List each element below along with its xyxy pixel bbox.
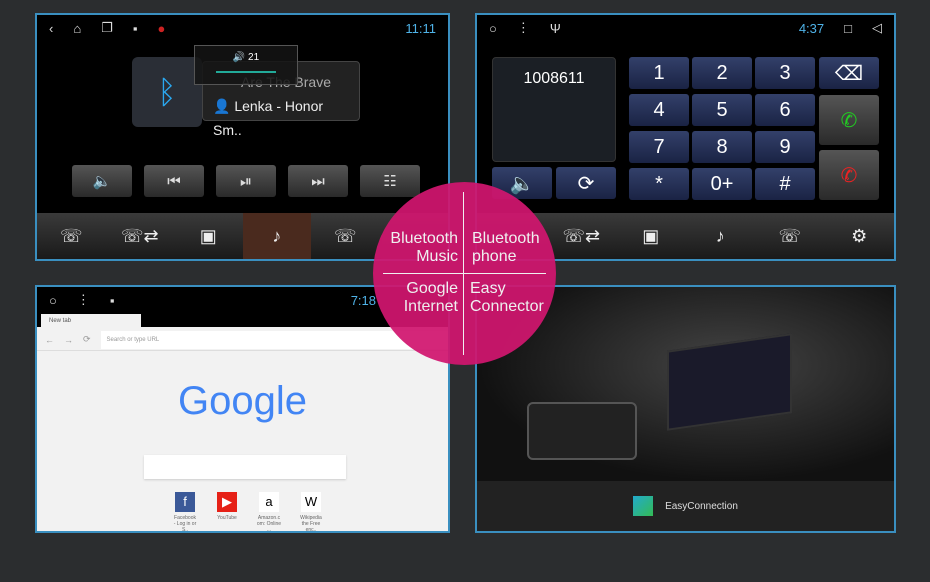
key-9[interactable]: * bbox=[629, 168, 689, 200]
next-button[interactable]: ⏭ bbox=[288, 165, 348, 197]
easyconnection-label: EasyConnection bbox=[665, 500, 738, 512]
clock: 7:18 bbox=[350, 292, 376, 308]
key-7[interactable]: 8 bbox=[692, 131, 752, 163]
status-bar: ○ ⋮ Ψ 4:37 □ ◁ bbox=[477, 15, 894, 41]
shortcut-icon: ▶ bbox=[217, 492, 237, 512]
feature-google-internet: Google Internet bbox=[403, 280, 458, 315]
google-logo: Google bbox=[178, 379, 307, 423]
image-icon: ▪ bbox=[109, 292, 115, 308]
image-icon: ▪ bbox=[132, 20, 138, 36]
link-tab[interactable]: ☏ bbox=[311, 213, 380, 259]
music-tab[interactable]: ♪ bbox=[242, 213, 311, 259]
status-bar: ‹ ⌂ ❐ ▪ ● 11:11 bbox=[37, 15, 448, 41]
switch-button[interactable]: ⟳ bbox=[556, 167, 616, 199]
circle-icon[interactable]: ○ bbox=[49, 293, 57, 308]
hangup-button[interactable]: ✆ bbox=[819, 150, 879, 200]
recents-icon[interactable]: ❐ bbox=[101, 20, 113, 36]
key-11[interactable]: # bbox=[755, 168, 815, 200]
bluetooth-icon: ᛒ bbox=[132, 57, 202, 127]
back-icon[interactable]: ◁ bbox=[872, 20, 882, 36]
equalizer-button[interactable]: ☷ bbox=[360, 165, 420, 197]
clock: 11:11 bbox=[405, 20, 436, 36]
shortcut-3[interactable]: W Wikipedia the Free enc.. bbox=[298, 492, 324, 531]
shortcut-icon: f bbox=[175, 492, 195, 512]
menu-icon[interactable]: ⋮ bbox=[77, 292, 90, 308]
feature-badge: Bluetooth Music Bluetooth phone Google I… bbox=[373, 182, 556, 365]
dialpad-tab[interactable]: ☏ bbox=[37, 213, 106, 259]
easyconnection-icon bbox=[633, 496, 654, 516]
call-log-tab[interactable]: ☏⇄ bbox=[547, 213, 617, 259]
feature-easy-connector: Easy Connector bbox=[470, 280, 544, 315]
search-box[interactable] bbox=[144, 455, 346, 479]
play-pause-button[interactable]: ⏯ bbox=[216, 165, 276, 197]
key-3[interactable]: 4 bbox=[629, 94, 689, 126]
music-tab[interactable]: ♪ bbox=[686, 213, 756, 259]
feature-bluetooth-phone: Bluetooth phone bbox=[472, 230, 540, 265]
call-button[interactable]: ✆ bbox=[819, 95, 879, 145]
record-icon: ● bbox=[157, 20, 166, 36]
shortcut-icon: W bbox=[301, 492, 321, 512]
volume-button[interactable]: 🔈 bbox=[72, 165, 132, 197]
previous-button[interactable]: ⏮ bbox=[144, 165, 204, 197]
call-log-tab[interactable]: ☏⇄ bbox=[106, 213, 175, 259]
square-icon[interactable]: □ bbox=[844, 21, 852, 36]
browser-tab[interactable]: New tab bbox=[41, 314, 141, 329]
shortcut-2[interactable]: a Amazon.c om: Online ... bbox=[256, 492, 282, 531]
key-10[interactable]: 0+ bbox=[692, 168, 752, 200]
back-icon[interactable]: ← bbox=[45, 335, 54, 345]
menu-icon[interactable]: ⋮ bbox=[517, 20, 530, 36]
shortcut-icon: a bbox=[259, 492, 279, 512]
key-5[interactable]: 6 bbox=[755, 94, 815, 126]
key-6[interactable]: 7 bbox=[629, 131, 689, 163]
contacts-tab[interactable]: ▣ bbox=[616, 213, 686, 259]
contacts-tab[interactable]: ▣ bbox=[174, 213, 243, 259]
usb-icon: Ψ bbox=[549, 20, 561, 36]
back-icon[interactable]: ‹ bbox=[49, 21, 53, 36]
key-2[interactable]: 3 bbox=[755, 57, 815, 89]
settings-tab[interactable]: ⚙ bbox=[825, 213, 895, 259]
reload-icon[interactable]: ⟳ bbox=[83, 334, 91, 345]
circle-icon[interactable]: ○ bbox=[489, 21, 497, 36]
artist: 👤 Lenka - Honor Sm.. bbox=[213, 98, 324, 138]
key-0[interactable]: 1 bbox=[629, 57, 689, 89]
home-icon[interactable]: ⌂ bbox=[73, 21, 81, 36]
key-1[interactable]: 2 bbox=[692, 57, 752, 89]
key-4[interactable]: 5 bbox=[692, 94, 752, 126]
key-8[interactable]: 9 bbox=[755, 131, 815, 163]
shortcut-1[interactable]: ▶ YouTube bbox=[214, 492, 240, 531]
backspace-button[interactable]: ⌫ bbox=[819, 57, 879, 89]
volume-popup: 🔊 21 bbox=[194, 45, 298, 85]
url-bar: ← → ⟳ Search or type URL bbox=[37, 329, 448, 351]
forward-icon[interactable]: → bbox=[64, 335, 73, 345]
feature-bluetooth-music: Bluetooth Music bbox=[390, 230, 458, 265]
number-display: 1008611 bbox=[492, 57, 616, 162]
link-tab[interactable]: ☏ bbox=[755, 213, 825, 259]
shortcut-0[interactable]: f Facebook - Log in or S.. bbox=[172, 492, 198, 531]
clock: 4:37 bbox=[798, 20, 825, 36]
